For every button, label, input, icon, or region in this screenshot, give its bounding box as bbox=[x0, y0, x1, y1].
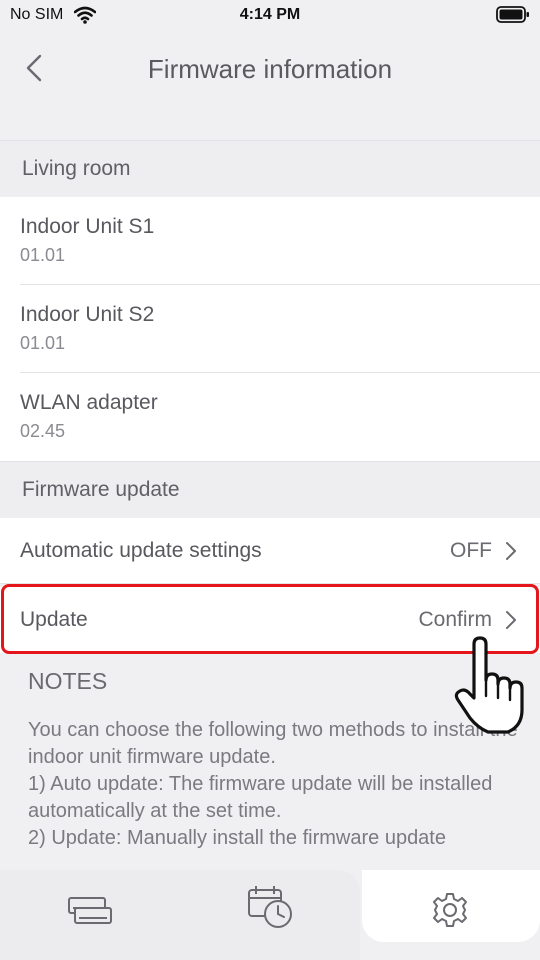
notes-text: 2) Update: Manually install the firmware… bbox=[28, 827, 446, 848]
clock: 4:14 PM bbox=[239, 6, 301, 23]
unit-row-indoor-s2: Indoor Unit S2 01.01 bbox=[0, 285, 540, 373]
unit-name: Indoor Unit S2 bbox=[20, 303, 155, 326]
automatic-update-label: Automatic update settings bbox=[20, 539, 262, 562]
section-header-living-room: Living room bbox=[0, 140, 540, 196]
tab-settings[interactable] bbox=[432, 892, 468, 928]
unit-row-wlan-adapter: WLAN adapter 02.45 bbox=[0, 373, 540, 461]
nav-bar: Firmware information bbox=[0, 32, 540, 112]
unit-name: WLAN adapter bbox=[20, 391, 158, 414]
tab-bar-background bbox=[0, 870, 360, 960]
gear-icon bbox=[433, 893, 467, 927]
update-label: Update bbox=[20, 608, 88, 631]
automatic-update-settings-row[interactable]: Automatic update settings OFF bbox=[0, 518, 540, 584]
notes-text: 1) Auto update: The firmware update will… bbox=[28, 773, 493, 822]
tab-indoor-units[interactable] bbox=[66, 892, 114, 928]
chevron-right-icon bbox=[506, 611, 516, 629]
chevron-right-icon bbox=[506, 542, 516, 560]
unit-name: Indoor Unit S1 bbox=[20, 215, 155, 238]
timer-icon bbox=[248, 886, 292, 928]
row-divider bbox=[0, 583, 540, 584]
tab-bar bbox=[0, 870, 540, 960]
unit-version: 01.01 bbox=[20, 245, 66, 265]
update-value: Confirm bbox=[418, 608, 492, 631]
status-bar: No SIM 4:14 PM bbox=[0, 0, 540, 32]
pointing-hand-icon bbox=[454, 636, 524, 734]
unit-row-indoor-s1: Indoor Unit S1 01.01 bbox=[0, 197, 540, 285]
tab-timer[interactable] bbox=[246, 884, 294, 930]
indoor-units-icon bbox=[68, 897, 112, 924]
unit-version: 02.45 bbox=[20, 421, 66, 441]
section-header-firmware-update: Firmware update bbox=[0, 461, 540, 517]
automatic-update-value: OFF bbox=[450, 539, 492, 562]
unit-version: 01.01 bbox=[20, 333, 66, 353]
page-title: Firmware information bbox=[147, 54, 393, 84]
battery-icon bbox=[496, 5, 530, 30]
